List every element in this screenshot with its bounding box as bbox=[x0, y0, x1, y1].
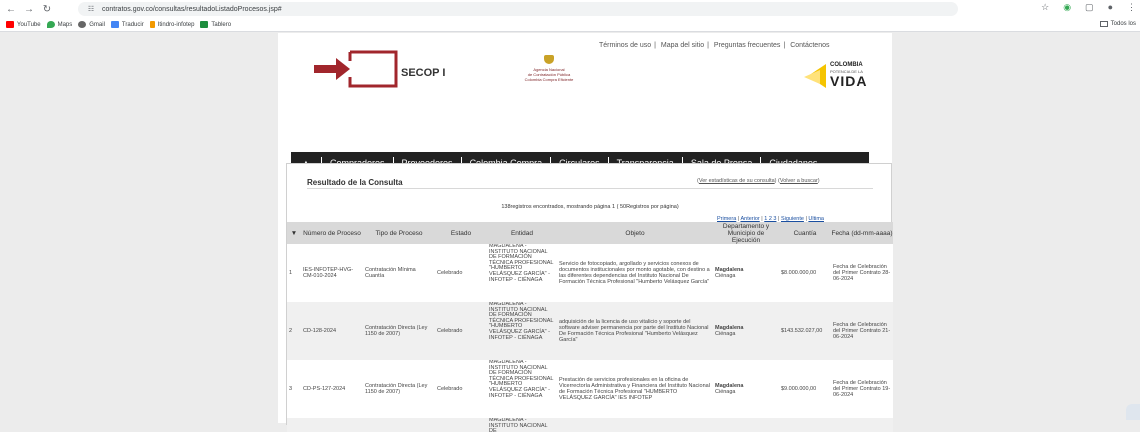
result-title: Resultado de la Consulta bbox=[307, 178, 403, 187]
itindro-icon bbox=[149, 21, 155, 28]
process-number-link[interactable]: CD-128-2024 bbox=[301, 302, 363, 360]
col-estado[interactable]: Estado bbox=[435, 222, 487, 244]
title-divider bbox=[307, 188, 873, 189]
bookmark-gmail[interactable]: Gmail bbox=[78, 21, 105, 28]
sort-icon[interactable]: ▼ bbox=[287, 222, 301, 244]
all-bookmarks[interactable]: Todos los bbox=[1099, 21, 1136, 27]
extension-eye-icon[interactable]: ◉ bbox=[1063, 2, 1071, 13]
link-terminos[interactable]: Términos de uso bbox=[599, 42, 651, 49]
menu-icon[interactable]: ⋮ bbox=[1127, 2, 1136, 13]
youtube-icon bbox=[6, 21, 14, 28]
floating-widget-icon[interactable] bbox=[1126, 404, 1140, 420]
result-links: (Ver estadísticas de su consulta) (Volve… bbox=[697, 178, 820, 184]
stats-link[interactable]: Ver estadísticas de su consulta bbox=[699, 178, 775, 184]
col-tipo[interactable]: Tipo de Proceso bbox=[363, 222, 435, 244]
process-number-link[interactable]: IES-INFOTEP-HVG-CM-010-2024 bbox=[301, 244, 363, 302]
col-cuantia[interactable]: Cuantía bbox=[779, 222, 831, 244]
bookmark-youtube[interactable]: YouTube bbox=[6, 21, 41, 28]
link-mapa[interactable]: Mapa del sitio bbox=[661, 42, 704, 49]
gmail-icon bbox=[78, 21, 87, 28]
table-row[interactable]: 3 CD-PS-127-2024 Contratación Directa (L… bbox=[287, 360, 893, 418]
profile-icon[interactable]: ● bbox=[1108, 2, 1113, 13]
maps-pin-icon bbox=[46, 21, 55, 28]
table-header-row: ▼ Número de Proceso Tipo de Proceso Esta… bbox=[287, 222, 893, 244]
bookmarks-bar: YouTube Maps Gmail Traducir Itindro-info… bbox=[0, 18, 1140, 32]
agency-logo[interactable]: Agencia Nacional de Contratación Pública… bbox=[504, 55, 594, 82]
col-numero[interactable]: Número de Proceso bbox=[301, 222, 363, 244]
address-bar[interactable]: ☷ contratos.gov.co/consultas/resultadoLi… bbox=[78, 2, 958, 16]
url-text: contratos.gov.co/consultas/resultadoList… bbox=[102, 5, 282, 13]
table-row[interactable]: 2 CD-128-2024 Contratación Directa (Ley … bbox=[287, 302, 893, 360]
reload-icon[interactable]: ↻ bbox=[40, 2, 54, 16]
result-panel: Resultado de la Consulta (Ver estadístic… bbox=[286, 163, 893, 432]
process-number-link[interactable]: CD-PS-127-2024 bbox=[301, 360, 363, 418]
back-arrow-icon[interactable]: ← bbox=[4, 2, 18, 16]
bookmark-tablero[interactable]: Tablero bbox=[200, 21, 231, 28]
star-icon[interactable]: ☆ bbox=[1041, 2, 1049, 13]
browser-toolbar: ← → ↻ ☷ contratos.gov.co/consultas/resul… bbox=[0, 0, 1140, 18]
forward-arrow-icon[interactable]: → bbox=[22, 2, 36, 16]
record-count: 138registros encontrados, mostrando pági… bbox=[501, 204, 679, 210]
colombia-crest-icon bbox=[544, 55, 554, 64]
extensions-icon[interactable]: ▢ bbox=[1085, 2, 1094, 13]
header-links: Términos de uso | Mapa del sitio | Pregunt… bbox=[599, 42, 830, 49]
link-preguntas[interactable]: Preguntas frecuentes bbox=[714, 42, 781, 49]
browser-right-icons: ☆ ◉ ▢ ● ⋮ bbox=[1041, 2, 1136, 13]
bookmark-maps[interactable]: Maps bbox=[46, 21, 72, 28]
col-objeto[interactable]: Objeto bbox=[557, 222, 713, 244]
back-to-search-link[interactable]: Volver a buscar bbox=[780, 178, 818, 184]
bookmark-traducir[interactable]: Traducir bbox=[110, 21, 144, 28]
site-info-icon[interactable]: ☷ bbox=[86, 4, 96, 14]
results-table: ▼ Número de Proceso Tipo de Proceso Esta… bbox=[287, 222, 893, 432]
table-row[interactable]: MAGDALENA - INSTITUTO NACIONAL DE bbox=[287, 418, 893, 432]
col-departamento[interactable]: Departamento y Municipio de Ejecución bbox=[713, 222, 779, 244]
link-contactenos[interactable]: Contáctenos bbox=[790, 42, 829, 49]
col-entidad[interactable]: Entidad bbox=[487, 222, 557, 244]
colombia-brand-icon bbox=[804, 64, 826, 88]
translate-icon bbox=[110, 21, 119, 28]
tablero-icon bbox=[200, 21, 209, 28]
colombia-vida-logo[interactable]: COLOMBIA POTENCIA DE LA VIDA bbox=[798, 60, 878, 90]
bookmark-itindro[interactable]: Itindro-infotep bbox=[149, 21, 194, 28]
page-content: Términos de uso | Mapa del sitio | Pregunt… bbox=[278, 33, 893, 432]
secop-logo-text: SECOP I bbox=[401, 67, 446, 79]
folder-icon bbox=[1099, 21, 1108, 27]
col-fecha[interactable]: Fecha (dd-mm-aaaa) bbox=[831, 222, 893, 244]
table-row[interactable]: 1 IES-INFOTEP-HVG-CM-010-2024 Contrataci… bbox=[287, 244, 893, 302]
